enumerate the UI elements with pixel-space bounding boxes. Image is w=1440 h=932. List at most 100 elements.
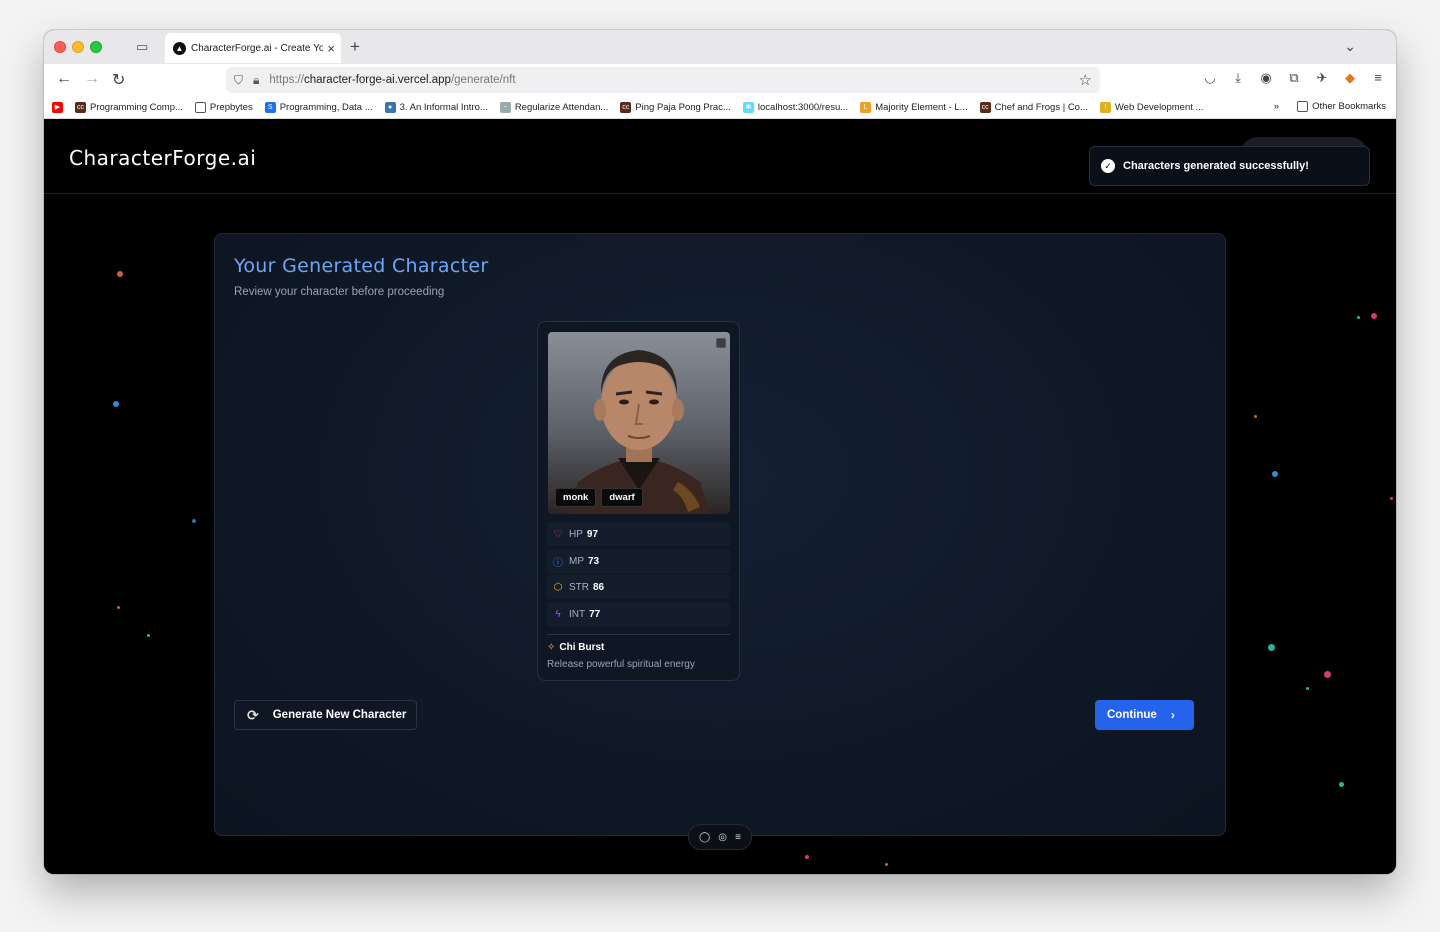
- navigation-bar: ← → ↻ ⛉ 🔒︎ https://character-forge-ai.ve…: [44, 64, 1396, 96]
- character-tags: monk dwarf: [555, 488, 643, 507]
- bookmark-label: Prepbytes: [209, 101, 253, 113]
- select-checkbox[interactable]: [716, 338, 726, 348]
- tab-list-icon[interactable]: ▭: [136, 39, 152, 55]
- character-card[interactable]: monk dwarf ♡ HP 97 ⓘ MP 73 ⬡ STR 86 ϟ IN…: [537, 321, 740, 681]
- stat-value: 97: [586, 528, 599, 540]
- youtube-icon: ▶: [52, 101, 63, 113]
- reload-icon[interactable]: ↻: [112, 70, 125, 90]
- particle: [1339, 782, 1344, 787]
- card-divider: [547, 634, 730, 635]
- bookmark-item[interactable]: cc Chef and Frogs | Co...: [979, 101, 1088, 113]
- youtube-bookmark[interactable]: ▶: [52, 101, 67, 113]
- browser-window: ▭ ▲ CharacterForge.ai - Create Your × + …: [44, 30, 1396, 874]
- bird-icon: ~: [499, 101, 511, 113]
- stat-label: HP: [569, 528, 583, 540]
- shield-icon[interactable]: ⛉: [234, 73, 243, 88]
- character-portrait: monk dwarf: [548, 332, 730, 514]
- particle: [1254, 415, 1257, 418]
- tab-strip: ▭ ▲ CharacterForge.ai - Create Your × + …: [44, 30, 1396, 64]
- other-bookmarks-folder[interactable]: Other Bookmarks: [1297, 101, 1386, 112]
- success-toast: ✓ Characters generated successfully!: [1089, 146, 1370, 186]
- particle: [1306, 687, 1309, 690]
- pocket-icon[interactable]: ◡: [1202, 70, 1218, 86]
- ability-name-row: ✧ Chi Burst: [547, 642, 604, 653]
- browser-tab[interactable]: ▲ CharacterForge.ai - Create Your ×: [165, 33, 341, 63]
- bookmark-label: Web Development ...: [1114, 101, 1204, 113]
- particle: [885, 863, 888, 866]
- bookmark-item[interactable]: L Majority Element - L...: [860, 101, 968, 113]
- python-icon: ●: [384, 101, 396, 113]
- double-chevron-right-icon[interactable]: »: [1274, 101, 1279, 112]
- codechef-icon: cc: [620, 101, 632, 113]
- bookmark-item[interactable]: cc Ping Paja Pong Prac...: [620, 101, 731, 113]
- chevron-right-icon: ›: [1170, 708, 1175, 722]
- particle: [1371, 313, 1377, 319]
- bookmark-item[interactable]: ! Web Development ...: [1099, 101, 1204, 113]
- react-icon: ✱: [742, 101, 754, 113]
- toast-message: Characters generated successfully!: [1123, 160, 1309, 172]
- menu-icon[interactable]: ≡: [1370, 70, 1386, 86]
- site-logo[interactable]: CharacterForge.ai: [69, 146, 256, 170]
- particle: [117, 606, 120, 609]
- particle: [192, 519, 196, 523]
- close-icon[interactable]: ×: [327, 41, 335, 56]
- other-bookmarks-label: Other Bookmarks: [1312, 101, 1386, 112]
- particle: [113, 401, 119, 407]
- account-icon[interactable]: ◉: [1258, 70, 1274, 86]
- close-window-button[interactable]: [54, 41, 66, 53]
- bookmark-label: localhost:3000/resu...: [757, 101, 849, 113]
- new-tab-button[interactable]: +: [350, 37, 360, 57]
- metamask-fox-icon[interactable]: ◆: [1342, 70, 1358, 86]
- bulb-icon: !: [1099, 101, 1111, 113]
- particle: [1268, 644, 1275, 651]
- forward-arrow-icon[interactable]: →: [84, 70, 100, 88]
- continue-button[interactable]: Continue ›: [1095, 700, 1194, 730]
- bookmark-item[interactable]: ✱ localhost:3000/resu...: [742, 101, 849, 113]
- refresh-icon: ⟳: [247, 706, 259, 723]
- bookmarks-overflow: » Other Bookmarks: [1274, 101, 1386, 112]
- bookmark-star-icon[interactable]: ☆: [1079, 71, 1092, 89]
- particle: [1324, 671, 1331, 678]
- minimize-window-button[interactable]: [72, 41, 84, 53]
- bookmark-item[interactable]: Prepbytes: [194, 101, 253, 113]
- shield-icon: ⬡: [553, 581, 563, 593]
- stat-value: 86: [593, 581, 605, 593]
- s-logo-icon: S: [264, 101, 276, 113]
- codechef-icon: cc: [75, 101, 86, 113]
- extensions-icon[interactable]: ⧉: [1286, 70, 1302, 86]
- url-text[interactable]: https://character-forge-ai.vercel.app/ge…: [269, 74, 515, 86]
- bookmark-label: 3. An Informal Intro...: [399, 101, 488, 113]
- bookmark-item[interactable]: ● 3. An Informal Intro...: [384, 101, 488, 113]
- sparkle-icon: ✧: [547, 642, 556, 653]
- bookmark-item[interactable]: ~ Regularize Attendan...: [499, 101, 609, 113]
- address-bar[interactable]: ⛉ 🔒︎ https://character-forge-ai.vercel.a…: [226, 67, 1100, 93]
- lock-icon[interactable]: 🔒︎: [253, 73, 259, 88]
- folder-icon: [1297, 101, 1309, 112]
- generate-new-character-button[interactable]: ⟳ Generate New Character: [234, 700, 417, 730]
- extension-badge-icon[interactable]: ✈: [1314, 70, 1330, 86]
- download-icon[interactable]: ⤓: [1230, 70, 1246, 86]
- particle: [805, 855, 809, 859]
- chevron-down-icon[interactable]: ⌄: [1344, 38, 1356, 55]
- panel-title: Your Generated Character: [234, 255, 489, 277]
- bookmark-label: Majority Element - L...: [875, 101, 968, 113]
- leetcode-icon: L: [860, 101, 872, 113]
- bookmark-label: Regularize Attendan...: [514, 101, 609, 113]
- back-arrow-icon[interactable]: ←: [56, 70, 72, 88]
- bookmark-item[interactable]: S Programming, Data ...: [264, 101, 373, 113]
- chat-icon[interactable]: ◯: [699, 832, 710, 843]
- list-icon[interactable]: ≡: [735, 832, 741, 843]
- character-panel: Your Generated Character Review your cha…: [214, 233, 1226, 836]
- floating-dock: ◯ ◎ ≡: [688, 824, 752, 850]
- bookmark-item[interactable]: cc Programming Comp...: [75, 101, 183, 113]
- continue-button-label: Continue: [1107, 709, 1157, 721]
- maximize-window-button[interactable]: [90, 41, 102, 53]
- stat-value: 73: [588, 555, 600, 567]
- stat-hp: ♡ HP 97: [547, 522, 730, 546]
- particle: [1357, 316, 1360, 319]
- generate-button-label: Generate New Character: [272, 709, 407, 721]
- eye-icon[interactable]: ◎: [718, 832, 727, 843]
- heart-icon: ♡: [553, 528, 563, 540]
- toolbar-icons: ◡ ⤓ ◉ ⧉ ✈ ◆ ≡: [1202, 70, 1386, 86]
- page-content: CharacterForge.ai ✓ Characters generated…: [44, 119, 1396, 874]
